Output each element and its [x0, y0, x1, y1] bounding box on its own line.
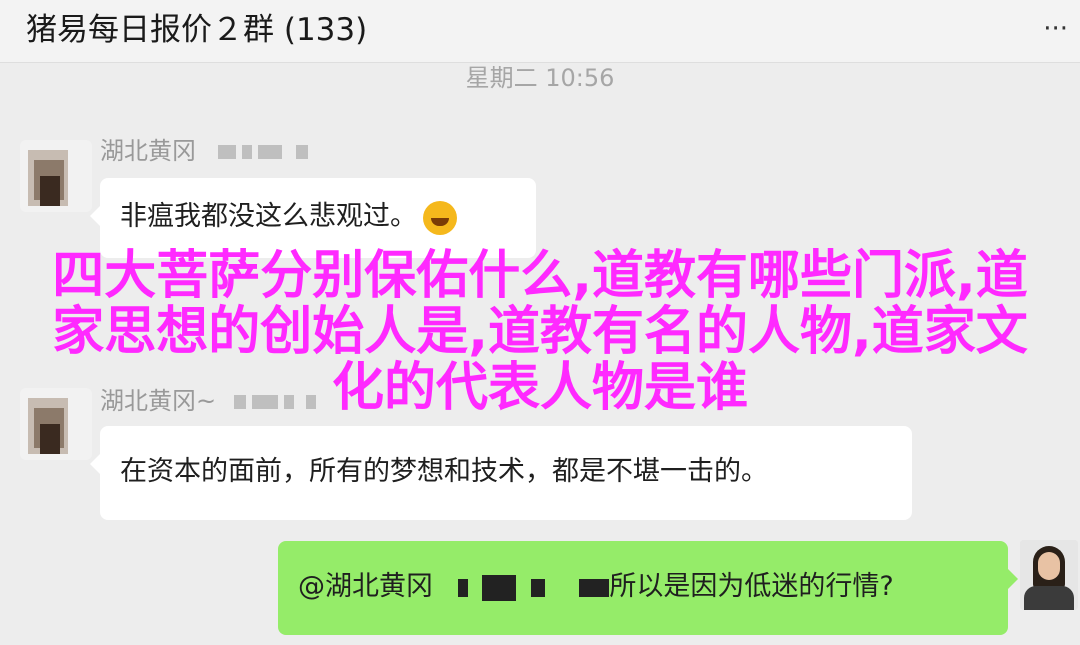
group-title: 猪易每日报价２群 (133) — [26, 12, 368, 48]
my-avatar[interactable] — [1020, 540, 1078, 610]
chat-header: 猪易每日报价２群 (133) ··· — [0, 0, 1080, 63]
overlay-line-1: 四大菩萨分别保佑什么,道教有哪些门派,道 — [52, 246, 1028, 306]
message-text: 所以是因为低迷的行情? — [609, 571, 894, 602]
overlay-caption: 四大菩萨分别保佑什么,道教有哪些门派,道 家思想的创始人是,道教有名的人物,道家… — [0, 248, 1080, 416]
sender-name: 湖北黄冈 — [100, 136, 308, 166]
redacted-text — [579, 578, 610, 597]
redacted-text — [530, 578, 545, 597]
sender-avatar[interactable] — [20, 140, 92, 212]
message-bubble[interactable]: 在资本的面前，所有的梦想和技术，都是不堪一击的。 — [90, 426, 912, 520]
overlay-line-2: 家思想的创始人是,道教有名的人物,道家文 — [52, 302, 1028, 362]
more-options-icon[interactable]: ··· — [1043, 12, 1068, 46]
mention-text: @湖北黄冈 — [298, 571, 433, 602]
overlay-line-3: 化的代表人物是谁 — [331, 358, 748, 418]
message-timestamp: 星期二 10:56 — [465, 64, 615, 92]
outgoing-message-bubble[interactable]: @湖北黄冈 所以是因为低迷的行情? — [278, 541, 1018, 635]
message-text: 在资本的面前，所有的梦想和技术，都是不堪一击的。 — [120, 456, 768, 487]
message-text: 非瘟我都没这么悲观过。 — [120, 201, 417, 232]
redacted-text — [457, 578, 468, 597]
crying-laughing-emoji-icon — [423, 200, 457, 235]
redacted-text — [482, 574, 517, 601]
